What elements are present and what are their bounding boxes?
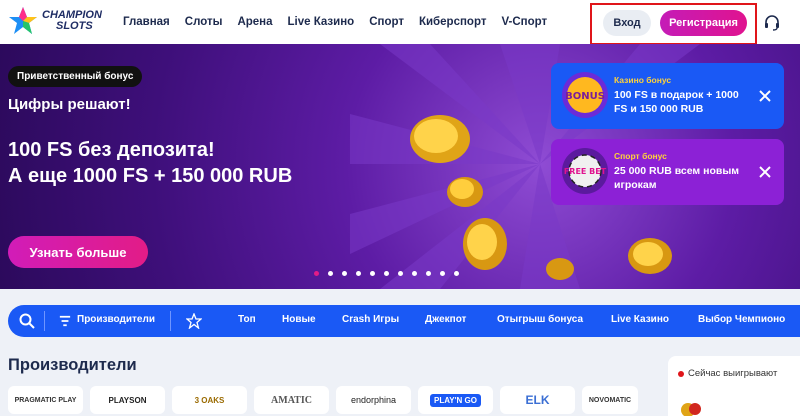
slider-dot[interactable] bbox=[426, 271, 431, 276]
slider-dot[interactable] bbox=[412, 271, 417, 276]
slider-dot[interactable] bbox=[342, 271, 347, 276]
live-indicator-icon bbox=[678, 371, 684, 377]
slider-dot[interactable] bbox=[314, 271, 319, 276]
slider-dot[interactable] bbox=[384, 271, 389, 276]
casino-bonus-card[interactable]: BONUS Казино бонус 100 FS в подарок + 10… bbox=[551, 63, 784, 129]
slider-dot[interactable] bbox=[454, 271, 459, 276]
nav-item-slots[interactable]: Слоты bbox=[185, 16, 223, 28]
tab-new[interactable]: Новые bbox=[282, 314, 316, 325]
site-logo[interactable]: CHAMPION SLOTS bbox=[8, 6, 102, 36]
provider-endorphina[interactable]: endorphina bbox=[336, 386, 411, 414]
tab-crash-games[interactable]: Crash Игры bbox=[342, 314, 399, 325]
filter-icon[interactable] bbox=[58, 315, 72, 327]
nav-item-esport[interactable]: Киберспорт bbox=[419, 16, 486, 28]
winners-panel: Сейчас выигрывают bbox=[668, 356, 800, 416]
nav-item-vsport[interactable]: V-Спорт bbox=[501, 16, 547, 28]
provider-pragmatic-play[interactable]: PRAGMATIC PLAY bbox=[8, 386, 83, 414]
logo-text-line2: SLOTS bbox=[56, 20, 93, 32]
slider-dot[interactable] bbox=[328, 271, 333, 276]
tab-jackpot[interactable]: Джекпот bbox=[425, 314, 466, 325]
slider-dot[interactable] bbox=[440, 271, 445, 276]
tab-top[interactable]: Топ bbox=[238, 314, 256, 325]
nav-item-arena[interactable]: Арена bbox=[237, 16, 272, 28]
provider-logo-text: endorphina bbox=[350, 395, 397, 405]
provider-logo-text: NOVOMATIC bbox=[588, 396, 632, 404]
tab-live-casino[interactable]: Live Казино bbox=[611, 314, 669, 325]
providers-filter[interactable]: Производители bbox=[77, 314, 155, 325]
winners-label: Сейчас выигрывают bbox=[688, 368, 778, 379]
close-icon[interactable] bbox=[756, 87, 774, 105]
provider-logo-text: ELK bbox=[525, 393, 550, 407]
bonus-badge-text: BONUS bbox=[565, 91, 605, 102]
hero-badge: Приветственный бонус bbox=[8, 66, 143, 87]
provider-logo-text: 3 OAKS bbox=[194, 395, 225, 405]
provider-playngo[interactable]: PLAY'N GO bbox=[418, 386, 493, 414]
provider-logo-text: AMATIC bbox=[271, 394, 312, 406]
game-filter-bar: Производители Топ Новые Crash Игры Джекп… bbox=[8, 305, 800, 337]
hero-title-line2: А еще 1000 FS + 150 000 RUB bbox=[8, 165, 293, 187]
logo-star-icon bbox=[9, 7, 37, 34]
site-header: CHAMPION SLOTS Главная Слоты Арена Live … bbox=[0, 0, 800, 45]
login-button[interactable]: Вход bbox=[603, 10, 651, 36]
card-label: Спорт бонус bbox=[614, 151, 667, 161]
nav-item-live-casino[interactable]: Live Казино bbox=[288, 16, 355, 28]
nav-item-sport[interactable]: Спорт bbox=[369, 16, 404, 28]
free-bet-icon: FREE BET bbox=[562, 148, 608, 194]
divider bbox=[170, 311, 171, 331]
register-button[interactable]: Регистрация bbox=[660, 10, 747, 36]
provider-logo-text: PLAYSON bbox=[108, 395, 147, 405]
card-text: 25 000 RUB всем новым игрокам bbox=[614, 165, 740, 191]
providers-list: PRAGMATIC PLAY PLAYSON 3 OAKS AMATIC end… bbox=[8, 386, 638, 414]
hero-title: 100 FS без депозита! А еще 1000 FS + 150… bbox=[8, 137, 292, 189]
free-bet-text: FREE BET bbox=[564, 167, 607, 176]
slider-dots bbox=[314, 271, 459, 276]
provider-playson[interactable]: PLAYSON bbox=[90, 386, 165, 414]
bonus-badge-icon: BONUS bbox=[562, 72, 608, 118]
slider-dot[interactable] bbox=[370, 271, 375, 276]
nav-item-main[interactable]: Главная bbox=[123, 16, 170, 28]
slider-dot[interactable] bbox=[398, 271, 403, 276]
divider bbox=[44, 311, 45, 331]
provider-3-oaks[interactable]: 3 OAKS bbox=[172, 386, 247, 414]
provider-elk[interactable]: ELK bbox=[500, 386, 575, 414]
provider-novomatic[interactable]: NOVOMATIC bbox=[582, 386, 638, 414]
hero-subtitle: Цифры решают! bbox=[8, 96, 131, 113]
tab-bonus-wagering[interactable]: Отыгрыш бонуса bbox=[497, 314, 583, 325]
sport-bonus-card[interactable]: FREE BET Спорт бонус 25 000 RUB всем нов… bbox=[551, 139, 784, 205]
provider-logo-text: PLAY'N GO bbox=[430, 393, 481, 407]
winner-game-thumbnail[interactable] bbox=[680, 400, 702, 416]
search-icon[interactable] bbox=[19, 313, 35, 329]
provider-logo-text: PRAGMATIC PLAY bbox=[14, 396, 77, 404]
card-text: 100 FS в подарок + 1000 FS и 150 000 RUB bbox=[614, 89, 739, 115]
card-label: Казино бонус bbox=[614, 75, 672, 85]
provider-amatic[interactable]: AMATIC bbox=[254, 386, 329, 414]
learn-more-button[interactable]: Узнать больше bbox=[8, 236, 148, 268]
slider-dot[interactable] bbox=[356, 271, 361, 276]
main-nav: Главная Слоты Арена Live Казино Спорт Ки… bbox=[123, 0, 562, 44]
tab-champion-choice[interactable]: Выбор Чемпионо bbox=[698, 314, 785, 325]
hero-title-line1: 100 FS без депозита! bbox=[8, 139, 215, 161]
close-icon[interactable] bbox=[756, 163, 774, 181]
star-icon[interactable] bbox=[186, 313, 202, 329]
providers-title: Производители bbox=[8, 356, 137, 374]
headset-icon[interactable] bbox=[763, 14, 781, 32]
